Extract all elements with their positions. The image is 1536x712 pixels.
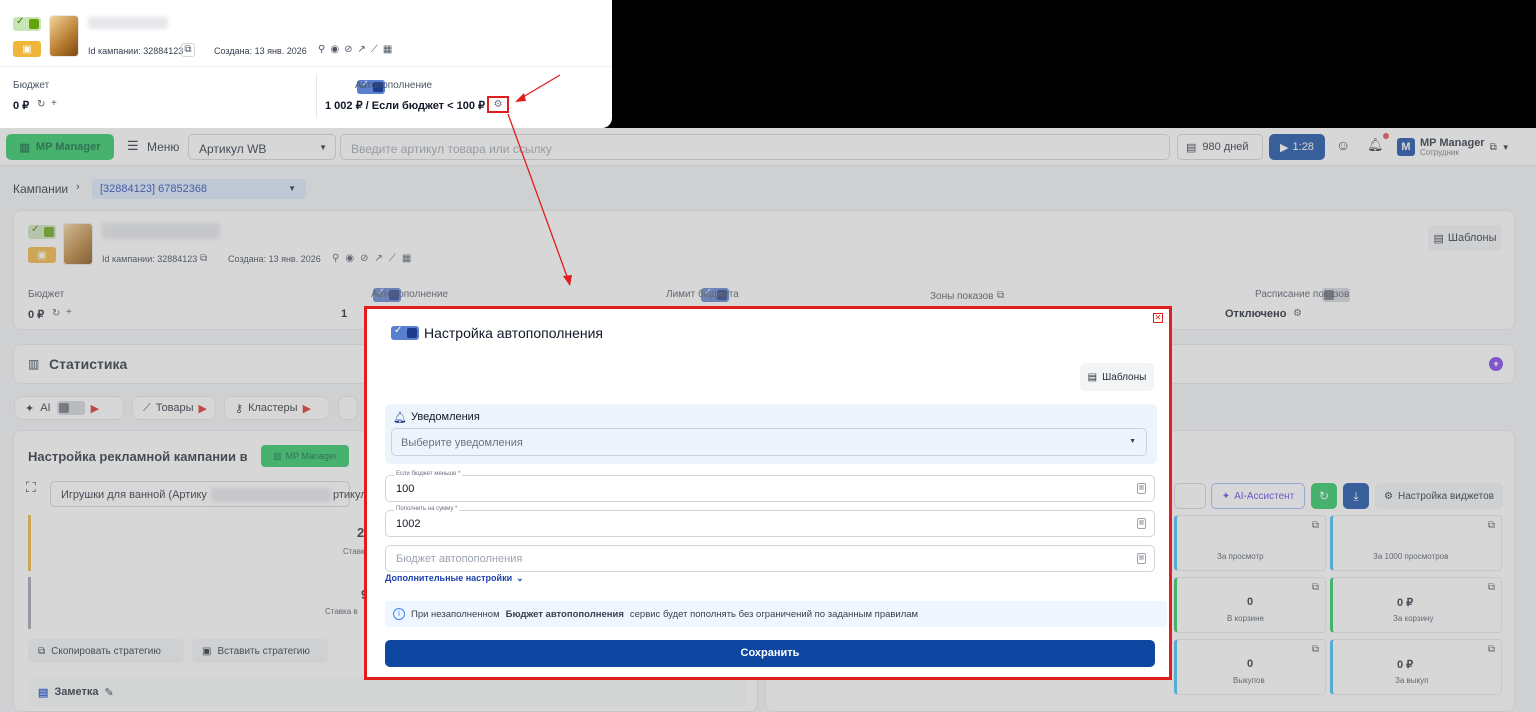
arrow-head [515,93,526,102]
annotation-arrows [507,74,572,286]
arrow-head [563,275,572,286]
arrow-to-modal [507,113,570,283]
